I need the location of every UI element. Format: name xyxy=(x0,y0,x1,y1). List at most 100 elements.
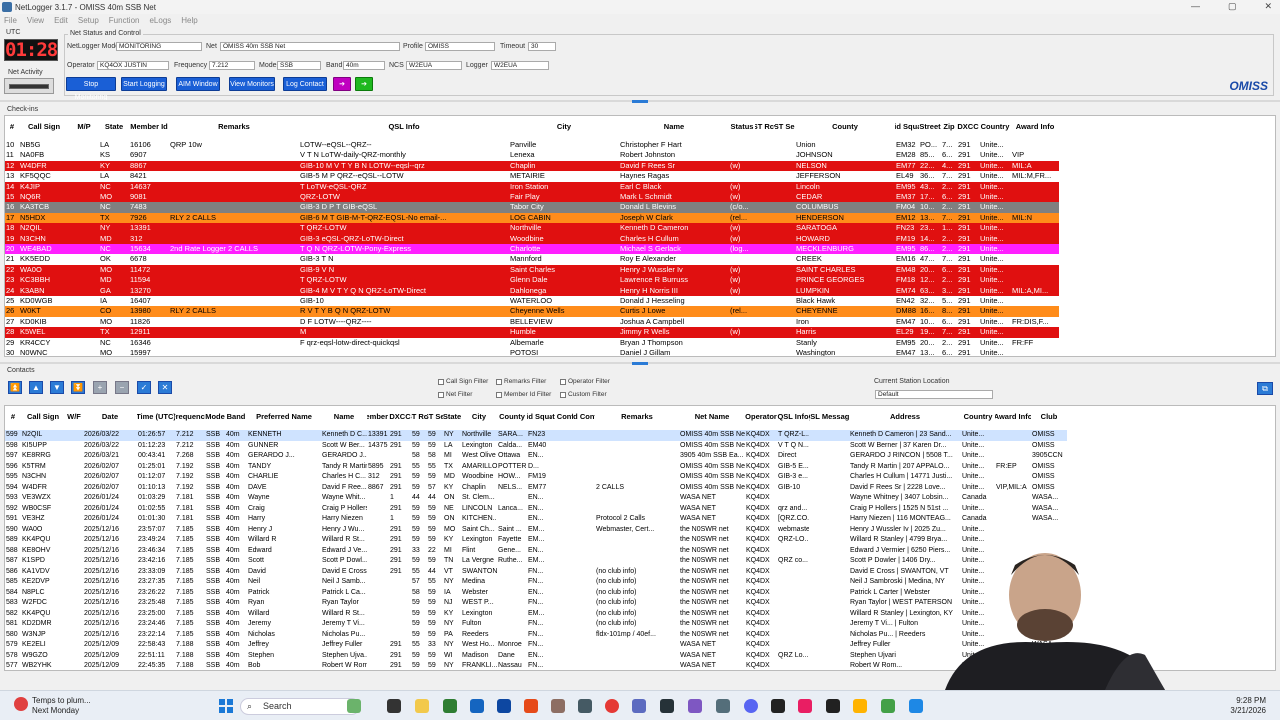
column-header[interactable]: Grid Square xyxy=(527,406,551,428)
table-row[interactable]: 29 KR4CCY NC 16346 F qrz-eqsl-lotw-direct-qu… xyxy=(5,338,1059,348)
menu-setup[interactable]: Setup xyxy=(78,16,99,25)
next-record-icon[interactable]: ▼ xyxy=(50,381,64,394)
taskbar-app-icon-3[interactable] xyxy=(470,699,484,713)
taskbar-app-icon-13[interactable] xyxy=(798,699,812,713)
operator-field[interactable]: KQ4OX JUSTIN xyxy=(97,61,169,70)
table-row[interactable]: 22 WA0O MO 11472 GIB-9 V N Saint Charles Henry… xyxy=(5,264,1059,276)
menu-function[interactable]: Function xyxy=(109,16,140,25)
column-header[interactable]: Rcvd Conf By xyxy=(573,406,595,428)
table-row[interactable]: 25 KD0WGB IA 16407 GIB-10 WATERLOO Donald J He… xyxy=(5,296,1059,306)
taskbar-app-icon-1[interactable] xyxy=(347,699,361,713)
taskbar-time[interactable]: 9:28 PM xyxy=(1230,696,1266,706)
net-select[interactable]: OMISS 40m SSB Net xyxy=(220,42,400,51)
table-row[interactable]: 578 W9GZO 2025/12/09 22:51:11 7.188 SSB 40m Ste… xyxy=(5,651,1067,662)
taskbar-app-icon-10[interactable] xyxy=(688,699,702,713)
minimize-icon[interactable]: — xyxy=(1191,1,1200,12)
table-row[interactable]: 26 W0KT CO 13980 RLY 2 CALLS R V T Y B Q N QR… xyxy=(5,306,1059,317)
column-header[interactable]: Street xyxy=(919,116,941,138)
station-location-select[interactable]: Default xyxy=(875,390,993,399)
task-view-icon[interactable] xyxy=(387,699,401,713)
table-row[interactable]: 593 VE3WZX 2026/01/24 01:03:29 7.181 SSB 40m Wa… xyxy=(5,493,1067,504)
previous-record-icon[interactable]: ▲ xyxy=(29,381,43,394)
expand-icon[interactable]: ⧉ xyxy=(1257,382,1273,395)
delete-record-icon[interactable]: − xyxy=(115,381,129,394)
table-row[interactable]: 30 N0WNC MO 15997 POTOSI Daniel J Gillam Washi… xyxy=(5,348,1059,356)
column-header[interactable]: Preferred Name xyxy=(247,406,321,428)
column-header[interactable]: # xyxy=(5,406,21,428)
column-header[interactable]: # xyxy=(5,116,19,138)
splitter-grip-middle[interactable] xyxy=(632,362,648,365)
aim-window-button[interactable]: AIM Window xyxy=(176,77,220,91)
taskbar-app-icon-15[interactable] xyxy=(853,699,867,713)
windows-start-icon[interactable] xyxy=(219,699,233,713)
discord-icon[interactable] xyxy=(744,699,758,713)
table-row[interactable]: 598 KI5UPP 2026/03/22 01:12:23 7.212 SSB 40m GU… xyxy=(5,441,1067,452)
chrome-icon[interactable] xyxy=(605,699,619,713)
table-row[interactable]: 10 NB5G LA 16106 QRP 10w LOTW--eQSL--QRZ-- Pan… xyxy=(5,140,1059,150)
column-header[interactable]: QSL Info xyxy=(777,406,809,428)
table-row[interactable]: 577 WB2YHK 2025/12/09 22:45:35 7.188 SSB 40m Bo… xyxy=(5,661,1067,670)
column-header[interactable]: State xyxy=(443,406,461,428)
column-header[interactable]: County xyxy=(795,116,895,138)
column-header[interactable]: RST Sent xyxy=(775,116,795,138)
taskbar-app-icon-8[interactable] xyxy=(632,699,646,713)
last-record-icon[interactable]: ⏬ xyxy=(71,381,85,394)
taskbar-app-icon-12[interactable] xyxy=(771,699,785,713)
column-header[interactable]: Remarks xyxy=(595,406,679,428)
column-header[interactable]: M/P xyxy=(69,116,99,138)
column-header[interactable]: Country xyxy=(961,406,995,428)
taskbar-search[interactable]: Search xyxy=(240,698,360,715)
column-header[interactable]: RST Rcvd xyxy=(411,406,427,428)
first-record-icon[interactable]: ⏫ xyxy=(8,381,22,394)
custom-filter-checkbox[interactable]: Custom Filter xyxy=(560,391,607,398)
column-header[interactable]: RST Sent xyxy=(427,406,443,428)
column-header[interactable]: Member Id xyxy=(367,406,389,428)
table-row[interactable]: 597 KE8RRG 2026/03/21 00:43:41 7.268 SSB 40m GE… xyxy=(5,451,1067,462)
table-row[interactable]: 15 NQ6R MO 9081 QRZ-LOTW Fair Play Mark L Schm… xyxy=(5,192,1059,203)
column-header[interactable]: Remarks xyxy=(169,116,299,138)
taskbar-app-icon-4[interactable] xyxy=(497,699,511,713)
table-row[interactable]: 11 NA0FB KS 6907 V T N LoTW-daily-QRZ-monthl… xyxy=(5,150,1059,160)
column-header[interactable]: Call Sign xyxy=(21,406,65,428)
table-row[interactable]: 594 W4DFR 2026/02/07 01:10:13 7.192 SSB 40m DAV… xyxy=(5,483,1067,494)
column-header[interactable]: Member Id xyxy=(129,116,169,138)
ncs-field[interactable]: W2EUA xyxy=(406,61,462,70)
table-row[interactable]: 20 WE4BAD NC 15634 2nd Rate Logger 2 CALLS T … xyxy=(5,244,1059,255)
column-header[interactable]: Sent Conf By xyxy=(551,406,573,428)
column-header[interactable]: RST Rcvd xyxy=(755,116,775,138)
profile-field[interactable]: OMISS xyxy=(425,42,495,51)
column-header[interactable]: DXCC xyxy=(957,116,979,138)
column-header[interactable]: Net Name xyxy=(679,406,745,428)
column-header[interactable]: Date xyxy=(83,406,137,428)
net-filter-checkbox[interactable]: Net Filter xyxy=(438,391,472,398)
table-row[interactable]: 23 KC3BBH MD 11594 T QRZ-LOTW Glenn Dale Lawre… xyxy=(5,275,1059,286)
column-header[interactable]: Operator xyxy=(745,406,777,428)
table-row[interactable]: 21 KK5EDD OK 6678 GIB-3 T N Mannford Roy E Ale… xyxy=(5,254,1059,264)
table-row[interactable]: 586 KA1VDV 2025/12/16 23:33:09 7.185 SSB 40m Da… xyxy=(5,567,1067,578)
column-header[interactable]: State xyxy=(99,116,129,138)
column-header[interactable]: Status xyxy=(729,116,755,138)
table-row[interactable]: 582 KK4PQU 2025/12/16 23:25:00 7.185 SSB 40m Wi… xyxy=(5,609,1067,620)
column-header[interactable]: City xyxy=(509,116,619,138)
logger-field[interactable]: W2EUA xyxy=(491,61,549,70)
table-row[interactable]: 596 K5TRM 2026/02/07 01:25:01 7.192 SSB 40m TAN… xyxy=(5,462,1067,473)
taskbar-app-icon-14[interactable] xyxy=(826,699,840,713)
table-row[interactable]: 27 KD0KIB MO 11826 D F LOTW----QRZ---- BELLEV… xyxy=(5,317,1059,327)
memberid-filter-checkbox[interactable]: Member Id Filter xyxy=(496,391,551,398)
menu-elogs[interactable]: eLogs xyxy=(149,16,171,25)
taskbar-app-icon-5[interactable] xyxy=(524,699,538,713)
mode2-select[interactable]: SSB xyxy=(277,61,321,70)
taskbar-app-icon-6[interactable] xyxy=(551,699,565,713)
close-icon[interactable]: ✕ xyxy=(1264,1,1272,12)
start-logging-button[interactable]: Start Logging xyxy=(121,77,167,91)
file-explorer-icon[interactable] xyxy=(415,699,429,713)
table-row[interactable]: 581 KD2DMR 2025/12/16 23:24:46 7.185 SSB 40m Je… xyxy=(5,619,1067,630)
callsign-filter-checkbox[interactable]: Call Sign Filter xyxy=(438,378,488,385)
table-row[interactable]: 28 K5WEL TX 12911 M Humble Jimmy R Wells (w) Har… xyxy=(5,327,1059,338)
frequency-field[interactable]: 7.212 xyxy=(209,61,255,70)
table-row[interactable]: 590 WA0O 2025/12/16 23:57:07 7.185 SSB 40m Henr… xyxy=(5,525,1067,536)
column-header[interactable]: Frequency xyxy=(175,406,205,428)
maximize-icon[interactable]: ▢ xyxy=(1228,1,1237,12)
arrow-right-magenta-icon[interactable]: ➔ xyxy=(333,77,351,91)
arrow-right-green-icon[interactable]: ➔ xyxy=(355,77,373,91)
